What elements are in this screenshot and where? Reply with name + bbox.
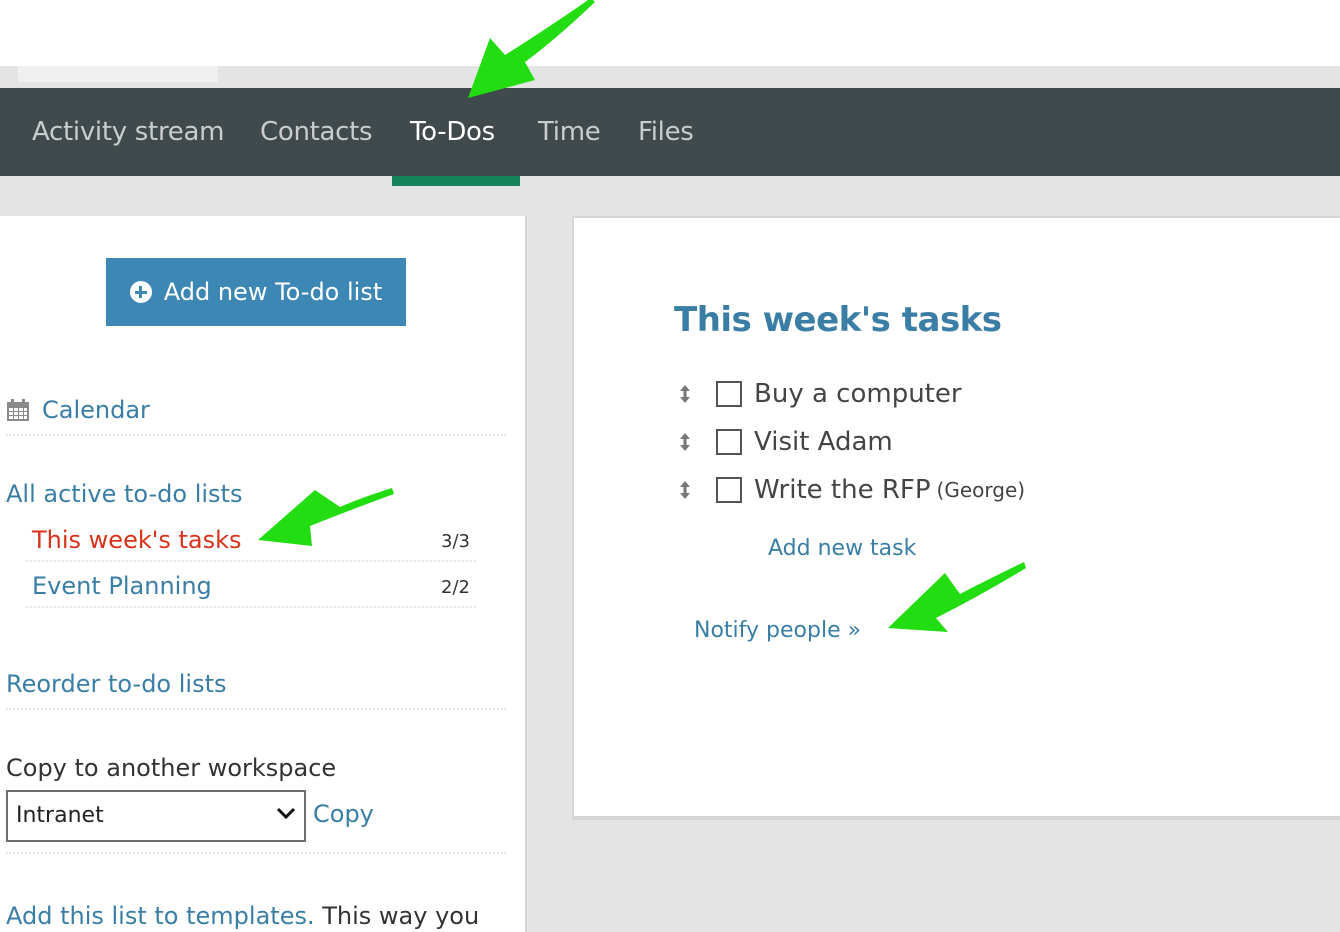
task-item: Write the RFP (George) <box>678 470 1025 510</box>
task-text[interactable]: Buy a computer <box>754 379 962 409</box>
task-checkbox[interactable] <box>716 477 742 503</box>
top-header-area <box>0 0 1340 66</box>
drag-handle-icon[interactable] <box>678 384 692 404</box>
todo-list-item[interactable]: This week's tasks 3/3 <box>26 516 476 562</box>
main-navigation: Activity stream Contacts To-Dos Time Fil… <box>0 88 1340 176</box>
add-todo-list-label: Add new To-do list <box>163 278 383 306</box>
calendar-icon <box>6 398 30 422</box>
reorder-lists-link[interactable]: Reorder to-do lists <box>6 670 227 698</box>
calendar-link[interactable]: Calendar <box>42 396 150 424</box>
plus-circle-icon <box>129 281 152 303</box>
nav-item-files[interactable]: Files <box>638 88 694 176</box>
task-item: Visit Adam <box>678 422 893 462</box>
task-item: Buy a computer <box>678 374 962 414</box>
header-tab-placeholder <box>18 66 218 82</box>
sidebar: Add new To-do list Calendar All active t… <box>0 216 527 932</box>
task-text[interactable]: Write the RFP <box>754 475 931 505</box>
add-todo-list-button[interactable]: Add new To-do list <box>106 258 406 326</box>
workspace-select-value: Intranet <box>16 803 104 828</box>
calendar-row: Calendar <box>6 386 506 436</box>
workspace-select[interactable]: Intranet <box>6 790 306 842</box>
task-checkbox[interactable] <box>716 429 742 455</box>
todo-list-name[interactable]: This week's tasks <box>26 526 241 554</box>
task-text[interactable]: Visit Adam <box>754 427 893 457</box>
add-to-templates-link[interactable]: Add this list to templates. <box>6 902 315 930</box>
chevron-down-icon <box>276 807 296 820</box>
active-tab-indicator <box>392 176 520 186</box>
copy-workspace-label: Copy to another workspace <box>6 754 337 782</box>
nav-item-time[interactable]: Time <box>538 88 601 176</box>
list-title: This week's tasks <box>674 300 1002 340</box>
drag-handle-icon[interactable] <box>678 432 692 452</box>
nav-item-activity-stream[interactable]: Activity stream <box>32 88 224 176</box>
todo-list-count: 3/3 <box>441 531 470 552</box>
task-assignee: (George) <box>936 478 1026 502</box>
todo-list-panel: This week's tasks Buy a computer Visit A… <box>572 216 1340 820</box>
task-checkbox[interactable] <box>716 381 742 407</box>
nav-item-todos[interactable]: To-Dos <box>410 88 495 176</box>
add-new-task-link[interactable]: Add new task <box>768 536 916 561</box>
drag-handle-icon[interactable] <box>678 480 692 500</box>
todo-list-count: 2/2 <box>441 577 470 598</box>
copy-button[interactable]: Copy <box>313 800 374 828</box>
todo-list-name[interactable]: Event Planning <box>26 572 212 600</box>
copy-workspace-row: Intranet Copy <box>6 790 506 854</box>
templates-row: Add this list to templates. This way you <box>6 902 479 930</box>
notify-people-link[interactable]: Notify people » <box>694 618 861 643</box>
all-active-lists-link[interactable]: All active to-do lists <box>6 480 242 508</box>
todo-list-item[interactable]: Event Planning 2/2 <box>26 562 476 608</box>
reorder-row: Reorder to-do lists <box>6 660 506 710</box>
nav-item-contacts[interactable]: Contacts <box>260 88 373 176</box>
templates-description: This way you <box>314 902 480 930</box>
